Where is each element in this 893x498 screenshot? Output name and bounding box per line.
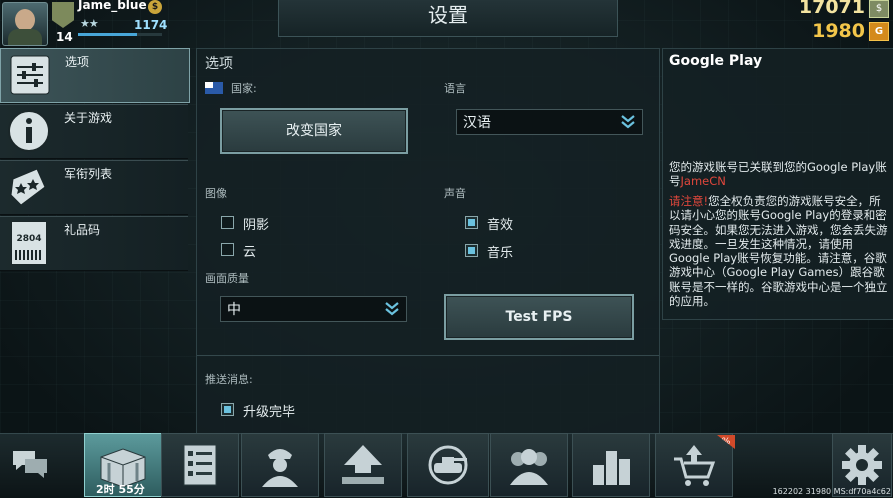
avatar[interactable] [2, 2, 48, 46]
test-fps-button[interactable]: Test FPS [444, 294, 634, 340]
sfx-label: 音效 [487, 218, 514, 233]
google-play-warning: 请注意!您全权负责您的游戏账号安全，所以请小心您的账号Google Play的登… [669, 194, 889, 308]
info-icon [6, 109, 52, 153]
upgrade-done-label: 升级完毕 [243, 405, 296, 420]
silver-amount: 17071 [798, 0, 865, 18]
cloud-label: 云 [243, 245, 257, 260]
xp-bar [78, 33, 162, 36]
leaderboard-icon [593, 451, 630, 485]
sidebar-item-ranks[interactable]: 军衔列表 [0, 160, 188, 215]
language-select[interactable]: 汉语 [456, 109, 643, 135]
sidebar-item-gift-code[interactable]: 2804 礼品码 [0, 216, 188, 271]
sound-label: 声音 [444, 187, 466, 200]
google-play-title: Google Play [669, 53, 763, 69]
gift-code-icon: 2804 [6, 221, 52, 265]
options-panel: 选项 国家: 改变国家 语言 汉语 图像 阴影 云 声音 音效 音乐 画面质量 … [196, 48, 660, 435]
language-value: 汉语 [463, 115, 491, 131]
commander-icon [262, 449, 298, 487]
shadow-checkbox[interactable] [221, 216, 234, 229]
commander-button[interactable] [241, 433, 319, 497]
quality-value: 中 [227, 302, 241, 318]
gift-code-text: 2804 [16, 234, 42, 244]
language-label: 语言 [444, 82, 466, 95]
google-play-panel: Google Play 您的游戏账号已关联到您的Google Play账号Jam… [662, 48, 893, 320]
tank-icon [428, 445, 468, 485]
google-play-linked: 您的游戏账号已关联到您的Google Play账号JameCN [669, 160, 889, 188]
account-name: JameCN [680, 174, 726, 188]
page-title: 设置 [428, 3, 468, 27]
player-name: Jame_blue [78, 0, 147, 12]
gold-amount: 1980 [812, 20, 865, 42]
quality-label: 画面质量 [205, 272, 249, 285]
shop-cart-icon [674, 445, 716, 486]
sliders-icon [7, 53, 53, 97]
missions-button[interactable] [161, 433, 239, 497]
options-heading: 选项 [205, 56, 233, 72]
sidebar-item-label: 军衔列表 [64, 167, 113, 181]
graphics-label: 图像 [205, 187, 227, 200]
chevron-down-icon [385, 302, 399, 316]
country-label: 国家: [231, 82, 257, 95]
flag-icon [205, 82, 223, 94]
push-label: 推送消息: [205, 373, 253, 386]
player-level: 14 [56, 30, 73, 44]
upgrade-button[interactable] [324, 433, 402, 497]
crate-timer: 2时 55分 [96, 483, 145, 496]
gold-icon[interactable]: G [869, 22, 889, 41]
sfx-checkbox[interactable] [465, 216, 478, 229]
chat-icon [13, 451, 47, 478]
change-country-button[interactable]: 改变国家 [220, 108, 408, 154]
checklist-icon [183, 444, 217, 486]
sidebar-item-about[interactable]: 关于游戏 [0, 104, 188, 159]
leaderboard-button[interactable] [572, 433, 650, 497]
upgrade-icon [342, 445, 384, 484]
premium-icon: $ [148, 0, 162, 14]
clan-button[interactable] [490, 433, 568, 497]
sidebar-item-label: 选项 [65, 55, 90, 69]
clan-icon [510, 449, 548, 485]
rank-icon [6, 165, 52, 209]
shop-button[interactable] [655, 433, 733, 497]
rank-stars: ★★ [80, 17, 99, 30]
chevron-down-icon [621, 115, 635, 129]
title-bar: 设置 [278, 0, 618, 37]
divider [197, 355, 659, 356]
music-label: 音乐 [487, 246, 514, 261]
warning-prefix: 请注意! [669, 194, 709, 208]
xp-bar-fill [78, 33, 137, 36]
silver-icon[interactable]: $ [869, 0, 889, 18]
sidebar-item-label: 礼品码 [64, 223, 101, 237]
warning-text: 您全权负责您的游戏账号安全，所以请小心您的账号Google Play的登录和密码… [669, 194, 888, 309]
quality-select[interactable]: 中 [220, 296, 407, 322]
cloud-checkbox[interactable] [221, 243, 234, 256]
music-checkbox[interactable] [465, 244, 478, 257]
garage-button[interactable] [407, 433, 489, 497]
rank-badge-icon [52, 2, 74, 28]
player-info[interactable]: 14 Jame_blue $ ★★ 1174 [0, 0, 190, 46]
shadow-label: 阴影 [243, 218, 270, 233]
upgrade-done-checkbox[interactable] [221, 403, 234, 416]
sidebar-item-label: 关于游戏 [64, 111, 113, 125]
gear-icon [842, 445, 882, 485]
sidebar-item-options[interactable]: 选项 [0, 48, 190, 103]
player-xp: 1174 [134, 18, 168, 32]
build-info: 162202 31980 MS:df70a4c62 [772, 487, 891, 496]
chat-button[interactable] [2, 433, 58, 497]
